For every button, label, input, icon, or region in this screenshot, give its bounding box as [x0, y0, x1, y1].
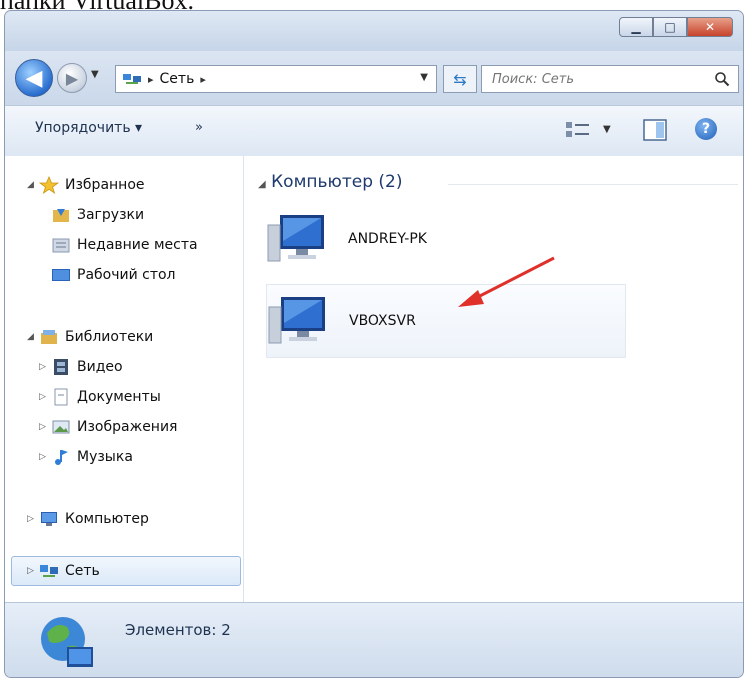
item-label: VBOXSVR	[349, 313, 416, 329]
preview-pane-icon[interactable]	[643, 119, 667, 141]
network-icon	[40, 565, 58, 577]
sidebar-item-favorites[interactable]: ◢ Избранное	[27, 172, 145, 198]
pictures-icon	[52, 420, 70, 434]
sidebar-item-label: Музыка	[77, 449, 133, 465]
sidebar-item-documents[interactable]: ▷ Документы	[39, 384, 161, 410]
sidebar-item-video[interactable]: ▷ Видео	[39, 354, 123, 380]
status-bar: Элементов: 2	[5, 602, 743, 677]
sidebar-item-recent-places[interactable]: Недавние места	[51, 232, 198, 258]
help-icon[interactable]: ?	[695, 118, 717, 140]
breadcrumb-separator-trailing[interactable]: ▸	[200, 73, 206, 86]
computer-icon	[41, 512, 57, 526]
collapsed-arrow-icon[interactable]: ▷	[27, 514, 39, 524]
annotation-arrow-icon	[458, 256, 555, 307]
computer-icon	[267, 215, 324, 262]
star-icon	[39, 176, 59, 194]
collapsed-arrow-icon[interactable]: ▷	[39, 452, 51, 462]
search-input[interactable]	[490, 70, 694, 88]
group-header-computer[interactable]: ◢ Компьютер (2)	[258, 172, 403, 192]
recent-pages-dropdown[interactable]: ▼	[91, 69, 99, 80]
recent-places-icon	[52, 238, 70, 253]
sidebar-item-label: Недавние места	[77, 237, 198, 253]
group-header-label: Компьютер (2)	[271, 172, 403, 192]
item-label: ANDREY-PK	[348, 231, 427, 247]
expanded-arrow-icon[interactable]: ◢	[27, 332, 39, 342]
minimize-icon: ▁	[631, 20, 641, 34]
collapse-group-icon[interactable]: ◢	[258, 179, 266, 190]
video-icon	[54, 359, 68, 375]
sidebar-item-label: Загрузки	[77, 207, 145, 223]
network-icon	[123, 74, 141, 84]
more-commands-button[interactable]: »	[195, 120, 203, 135]
search-box[interactable]	[481, 65, 739, 93]
item-count: Элементов: 2	[125, 621, 231, 639]
breadcrumb-separator[interactable]: ▸	[148, 73, 154, 86]
address-dropdown-arrow[interactable]: ▼	[420, 72, 428, 83]
collapsed-arrow-icon[interactable]: ▷	[39, 392, 51, 402]
arrow-right-icon: ▶	[65, 68, 79, 88]
collapsed-arrow-icon[interactable]: ▷	[39, 422, 51, 432]
close-button[interactable]: ✕	[687, 17, 733, 37]
search-icon[interactable]	[714, 71, 730, 87]
collapsed-arrow-icon[interactable]: ▷	[27, 566, 39, 576]
sidebar-item-label: Компьютер	[65, 511, 149, 527]
command-bar: Упорядочить ▾ » ▼ ?	[5, 105, 743, 157]
downloads-folder-icon	[53, 209, 69, 222]
sidebar-item-music[interactable]: ▷ Музыка	[39, 444, 133, 470]
sidebar-item-downloads[interactable]: Загрузки	[51, 202, 144, 228]
breadcrumb-network[interactable]: Сеть	[160, 71, 195, 87]
explorer-window: ▁ □ ✕ ◀ ▶ ▼ ▸ Сеть ▸ ▼ ⇆ Поиск: Сеть Упо…	[4, 10, 744, 678]
refresh-button[interactable]: ⇆	[443, 65, 477, 93]
organize-button[interactable]: Упорядочить ▾	[35, 120, 142, 136]
address-bar[interactable]: ▸ Сеть ▸ ▼	[115, 65, 437, 93]
back-button[interactable]: ◀	[15, 59, 53, 97]
refresh-icon: ⇆	[453, 69, 467, 89]
expanded-arrow-icon[interactable]: ◢	[27, 180, 39, 190]
sidebar-item-computer[interactable]: ▷ Компьютер	[27, 506, 149, 532]
sidebar-item-label: Библиотеки	[65, 329, 154, 345]
sidebar-item-label: Избранное	[65, 177, 145, 193]
sidebar-item-label: Рабочий стол	[77, 267, 176, 283]
group-divider	[448, 184, 738, 185]
navigation-bar: ◀ ▶ ▼ ▸ Сеть ▸ ▼ ⇆	[5, 51, 743, 105]
sidebar-item-pictures[interactable]: ▷ Изображения	[39, 414, 177, 440]
sidebar-item-network[interactable]: ▷ Сеть	[27, 558, 100, 584]
desktop-icon	[52, 269, 70, 281]
network-globe-icon	[41, 617, 93, 667]
documents-icon	[54, 388, 68, 406]
sidebar-item-desktop[interactable]: Рабочий стол	[51, 262, 176, 288]
view-dropdown-arrow[interactable]: ▼	[603, 124, 611, 135]
sidebar-item-label: Видео	[77, 359, 123, 375]
libraries-icon	[41, 330, 57, 344]
sidebar-item-libraries[interactable]: ◢ Библиотеки	[27, 324, 153, 350]
collapsed-arrow-icon[interactable]: ▷	[39, 362, 51, 372]
minimize-button[interactable]: ▁	[619, 17, 653, 37]
sidebar-item-label: Сеть	[65, 563, 100, 579]
title-bar: ▁ □ ✕	[5, 11, 743, 51]
maximize-button[interactable]: □	[653, 17, 687, 37]
maximize-icon: □	[664, 20, 676, 34]
change-view-icon[interactable]	[565, 120, 591, 140]
computer-icon	[268, 297, 325, 344]
music-icon	[55, 450, 68, 465]
arrow-left-icon: ◀	[25, 65, 43, 91]
caption-buttons: ▁ □ ✕	[619, 17, 733, 37]
sidebar-item-label: Изображения	[77, 419, 178, 435]
navigation-pane: ◢ Избранное Загрузки Недавние места Рабо…	[5, 156, 243, 602]
file-list: ◢ Компьютер (2) ANDREY-PK VBOXSVR	[244, 156, 743, 602]
forward-button[interactable]: ▶	[57, 63, 87, 93]
sidebar-item-label: Документы	[77, 389, 161, 405]
close-icon: ✕	[704, 20, 716, 34]
